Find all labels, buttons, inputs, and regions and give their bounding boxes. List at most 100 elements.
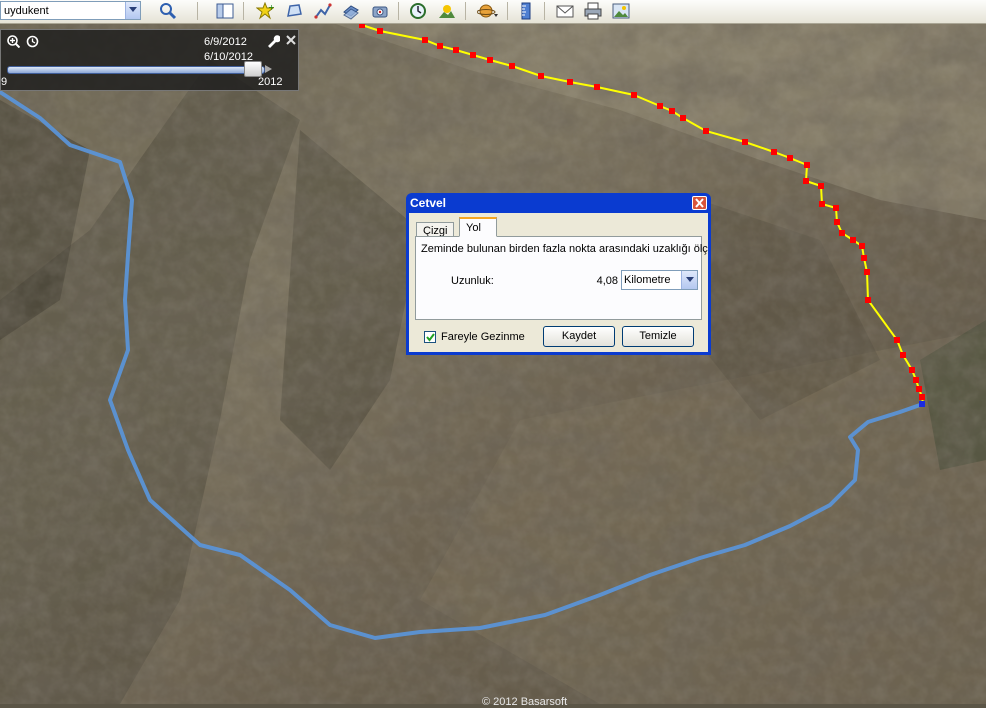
mouse-navigation-checkbox[interactable]: [424, 331, 436, 343]
search-dropdown-button[interactable]: [125, 2, 140, 19]
path-vertex[interactable]: [819, 201, 825, 207]
planets-button[interactable]: [475, 1, 501, 21]
sidebar-icon: [216, 3, 234, 19]
add-placemark-button[interactable]: +: [254, 1, 276, 21]
unit-select[interactable]: Kilometre: [621, 270, 698, 290]
unit-dropdown-button[interactable]: [681, 271, 697, 289]
path-vertex[interactable]: [787, 155, 793, 161]
path-vertex[interactable]: [437, 43, 443, 49]
path-vertex[interactable]: [894, 337, 900, 343]
path-vertex[interactable]: [509, 63, 515, 69]
path-vertex[interactable]: [742, 139, 748, 145]
path-vertex[interactable]: [771, 149, 777, 155]
path-vertex[interactable]: [850, 237, 856, 243]
ruler-icon: [521, 2, 531, 20]
measure-description: Zeminde bulunan birden fazla nokta arası…: [421, 243, 708, 255]
start-date: 6/9/2012: [204, 36, 247, 48]
unit-selected-value: Kilometre: [624, 274, 671, 286]
toolbar-separator: [544, 2, 545, 20]
toolbar-separator: [507, 2, 508, 20]
dialog-body: Çizgi Yol Zeminde bulunan birden fazla n…: [409, 213, 708, 352]
magnifier-icon: [160, 3, 177, 20]
printer-icon: [584, 2, 602, 20]
length-value: 4,08: [596, 275, 618, 287]
ruler-dialog: Cetvel Çizgi Yol Zeminde bulunan birden …: [406, 193, 711, 355]
path-vertex[interactable]: [861, 255, 867, 261]
wrench-icon[interactable]: [266, 34, 280, 48]
path-vertex[interactable]: [803, 178, 809, 184]
checkmark-icon: [426, 333, 435, 342]
email-button[interactable]: [554, 1, 576, 21]
path-vertex[interactable]: [818, 183, 824, 189]
time-slider-track[interactable]: [7, 66, 265, 74]
picture-icon: [612, 3, 630, 19]
path-vertex[interactable]: [594, 84, 600, 90]
path-vertex[interactable]: [859, 243, 865, 249]
path-vertex[interactable]: [913, 377, 919, 383]
path-vertex[interactable]: [865, 297, 871, 303]
path-vertex[interactable]: [833, 205, 839, 211]
path-vertex[interactable]: [487, 57, 493, 63]
path-vertex[interactable]: [916, 386, 922, 392]
image-overlay-icon: [343, 5, 359, 20]
path-vertex[interactable]: [567, 79, 573, 85]
path-vertex[interactable]: [657, 103, 663, 109]
toolbar-separator: [243, 2, 244, 20]
tab-label: Yol: [466, 222, 481, 234]
slider-left-year: 9: [1, 76, 8, 88]
path-vertex[interactable]: [839, 230, 845, 236]
planet-icon: [477, 4, 498, 18]
length-label: Uzunluk:: [451, 275, 494, 287]
envelope-icon: [556, 5, 574, 18]
play-icon[interactable]: [264, 64, 274, 74]
path-vertex[interactable]: [703, 128, 709, 134]
sunlight-button[interactable]: [436, 1, 458, 21]
close-icon[interactable]: [286, 35, 296, 45]
tab-line[interactable]: Çizgi: [416, 222, 455, 237]
path-vertex[interactable]: [453, 47, 459, 53]
search-button[interactable]: [157, 1, 179, 21]
pushpin-add-icon: +: [256, 2, 274, 20]
path-vertex[interactable]: [909, 367, 915, 373]
clock-icon[interactable]: [26, 35, 39, 48]
dialog-close-button[interactable]: [692, 196, 707, 210]
save-button[interactable]: Kaydet: [543, 326, 615, 347]
polygon-add-icon: [287, 4, 302, 17]
save-image-button[interactable]: [610, 1, 632, 21]
path-add-icon: [314, 3, 332, 19]
tab-path[interactable]: Yol: [459, 217, 497, 237]
mouse-navigation-label: Fareyle Gezinme: [441, 331, 525, 343]
clear-button[interactable]: Temizle: [622, 326, 694, 347]
tab-panel-path: Zeminde bulunan birden fazla nokta arası…: [415, 236, 708, 320]
ruler-button[interactable]: [515, 1, 537, 21]
path-vertex[interactable]: [422, 37, 428, 43]
dialog-title: Cetvel: [410, 196, 447, 210]
record-tour-button[interactable]: [369, 1, 391, 21]
add-polygon-button[interactable]: [283, 1, 305, 21]
print-button[interactable]: [582, 1, 604, 21]
search-combobox[interactable]: uydukent: [0, 1, 141, 20]
path-vertex[interactable]: [804, 162, 810, 168]
historical-imagery-button[interactable]: [407, 1, 429, 21]
path-vertex[interactable]: [680, 115, 686, 121]
path-vertex[interactable]: [470, 52, 476, 58]
path-end-marker[interactable]: [919, 401, 925, 407]
toolbar-separator: [465, 2, 466, 20]
path-vertex[interactable]: [538, 73, 544, 79]
path-vertex[interactable]: [919, 394, 925, 400]
time-slider-thumb[interactable]: [244, 61, 262, 77]
toolbar: uydukent +: [0, 0, 986, 24]
add-path-button[interactable]: [312, 1, 334, 21]
chevron-down-icon: [129, 7, 137, 12]
path-vertex[interactable]: [834, 219, 840, 225]
close-icon: [695, 198, 704, 208]
path-vertex[interactable]: [900, 352, 906, 358]
path-vertex[interactable]: [377, 28, 383, 34]
zoom-in-icon[interactable]: [7, 35, 20, 48]
path-vertex[interactable]: [864, 269, 870, 275]
path-vertex[interactable]: [669, 108, 675, 114]
search-value: uydukent: [4, 5, 49, 17]
sidebar-toggle-button[interactable]: [214, 1, 236, 21]
path-vertex[interactable]: [631, 92, 637, 98]
image-overlay-button[interactable]: [340, 1, 362, 21]
